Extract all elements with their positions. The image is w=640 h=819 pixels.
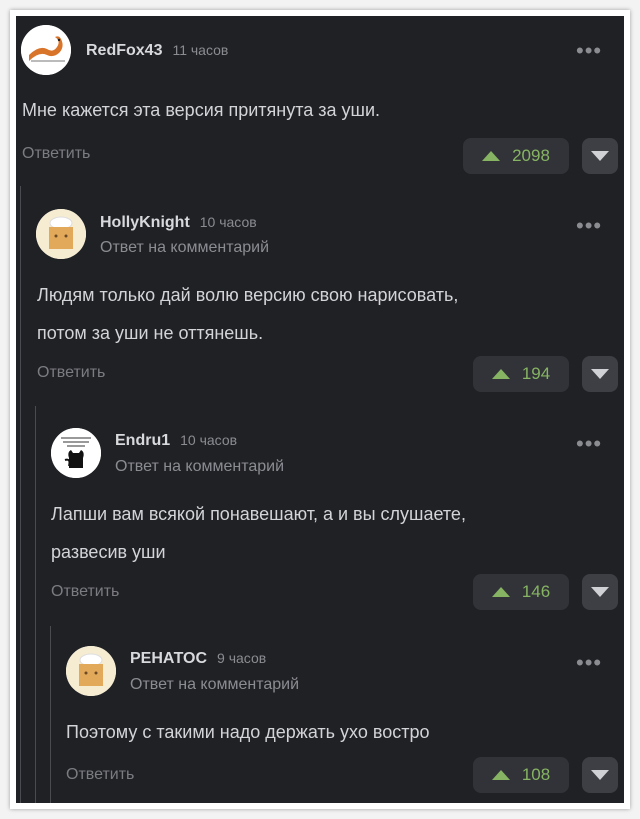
comment-text: Мне кажется эта версия притянута за уши. <box>22 91 380 129</box>
vote-count: 2098 <box>512 146 550 165</box>
comment-line: Людям только дай волю версию свою нарисо… <box>37 285 459 305</box>
thread-line <box>50 626 51 803</box>
reply-button[interactable]: Ответить <box>37 364 105 382</box>
upvote-arrow-icon <box>491 587 510 597</box>
upvote-arrow-icon <box>482 151 501 161</box>
avatar[interactable] <box>66 646 116 696</box>
reply-to-label[interactable]: Ответ на комментарий <box>130 676 299 694</box>
downvote-button[interactable] <box>582 757 618 793</box>
comment-line: потом за уши не оттянешь. <box>37 323 264 343</box>
avatar[interactable] <box>51 428 101 478</box>
downvote-arrow-icon <box>591 770 609 780</box>
baker-box-icon <box>66 646 116 696</box>
username[interactable]: HollyKnight 10 часов <box>100 214 257 232</box>
timestamp: 10 часов <box>199 214 257 230</box>
username[interactable]: Endru1 10 часов <box>115 432 237 450</box>
more-options-icon[interactable]: ••• <box>576 215 602 237</box>
vote-count: 108 <box>521 765 551 784</box>
downvote-button[interactable] <box>582 574 618 610</box>
more-options-icon[interactable]: ••• <box>576 433 602 455</box>
comment-text: Людям только дай волю версию свою нарисо… <box>37 276 458 352</box>
comment-text: Лапши вам всякой понавешают, а и вы слуш… <box>51 495 466 571</box>
upvote-button[interactable]: 108 <box>473 757 569 793</box>
avatar[interactable] <box>36 209 86 259</box>
reply-button[interactable]: Ответить <box>22 145 90 163</box>
timestamp: 11 часов <box>172 42 229 58</box>
username[interactable]: РЕНАТОС 9 часов <box>130 650 266 668</box>
baker-box-icon <box>36 209 86 259</box>
downvote-button[interactable] <box>582 138 618 174</box>
more-options-icon[interactable]: ••• <box>576 40 602 62</box>
downvote-arrow-icon <box>591 369 609 379</box>
reply-to-label[interactable]: Ответ на комментарий <box>100 239 269 257</box>
downvote-button[interactable] <box>582 356 618 392</box>
screenshot-frame: RedFox43 11 часов ••• Мне кажется эта вер… <box>10 10 630 809</box>
upvote-arrow-icon <box>491 770 510 780</box>
timestamp: 9 часов <box>217 650 267 666</box>
avatar[interactable] <box>21 25 71 75</box>
comment-line: развесив уши <box>51 542 166 562</box>
comment-line: Лапши вам всякой понавешают, а и вы слуш… <box>51 504 466 524</box>
reply-button[interactable]: Ответить <box>51 583 119 601</box>
vote-count: 194 <box>521 364 551 383</box>
comment-text: Поэтому с такими надо держать ухо востро <box>66 713 430 751</box>
upvote-button[interactable]: 194 <box>473 356 569 392</box>
downvote-arrow-icon <box>591 151 609 161</box>
thread-line <box>35 406 36 803</box>
comment-line: Поэтому с такими надо держать ухо востро <box>66 722 430 742</box>
downvote-arrow-icon <box>591 587 609 597</box>
cat-meme-icon <box>51 428 101 478</box>
upvote-button[interactable]: 2098 <box>463 138 569 174</box>
comment-line: Мне кажется эта версия притянута за уши. <box>22 100 381 120</box>
reply-button[interactable]: Ответить <box>66 766 134 784</box>
upvote-button[interactable]: 146 <box>473 574 569 610</box>
timestamp: 10 часов <box>180 432 238 448</box>
vote-count: 146 <box>521 582 551 601</box>
reply-to-label[interactable]: Ответ на комментарий <box>115 458 284 476</box>
thread-line <box>20 186 21 803</box>
upvote-arrow-icon <box>491 369 510 379</box>
comments-screen: RedFox43 11 часов ••• Мне кажется эта вер… <box>16 16 624 803</box>
more-options-icon[interactable]: ••• <box>576 652 602 674</box>
fox-icon <box>21 25 71 75</box>
username[interactable]: RedFox43 11 часов <box>86 42 228 60</box>
